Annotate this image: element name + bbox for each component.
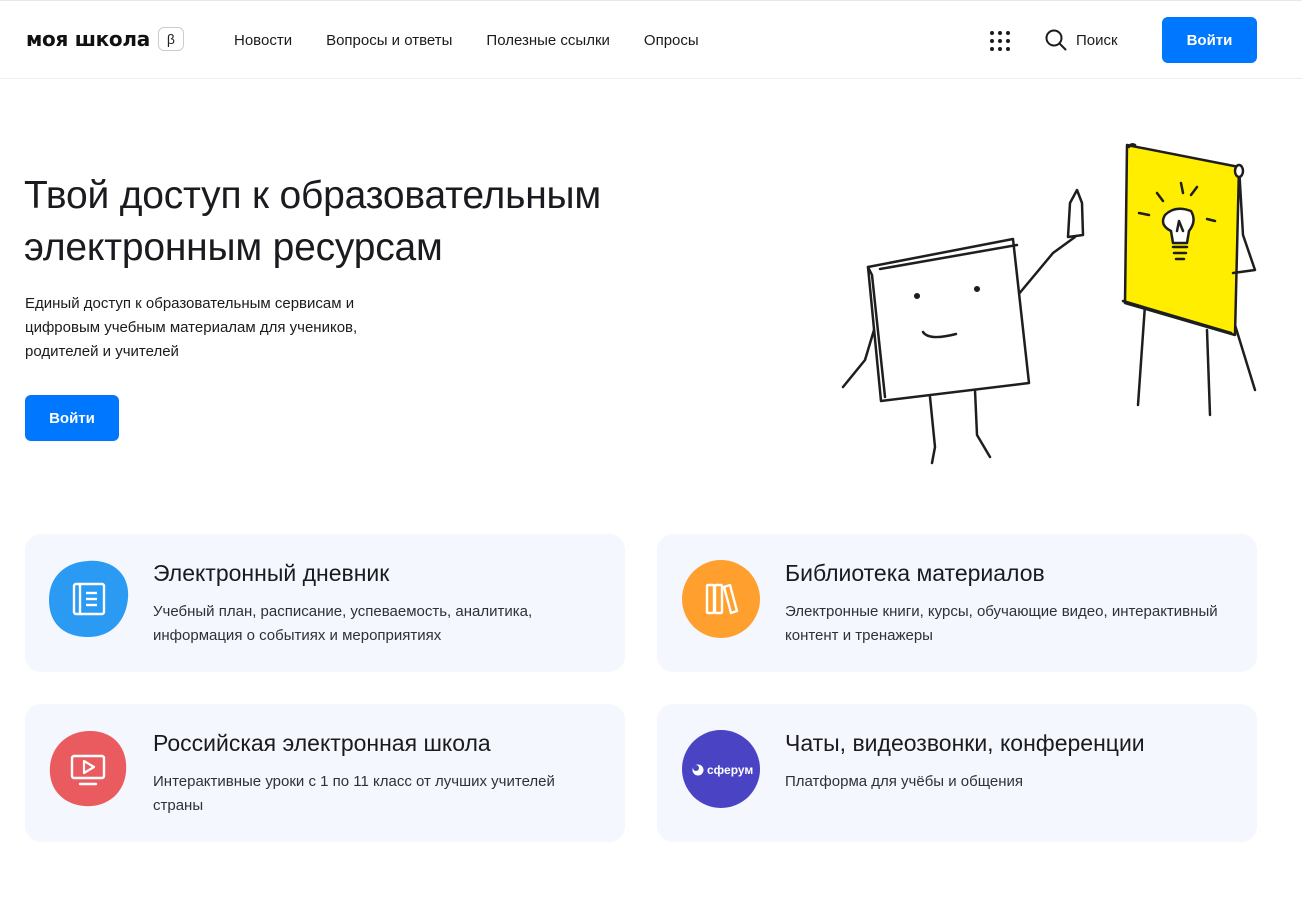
hero-title: Твой доступ к образовательным электронны…: [24, 174, 601, 269]
video-lesson-icon: [49, 730, 127, 807]
nav-faq[interactable]: Вопросы и ответы: [326, 32, 452, 49]
card-sferum[interactable]: сферум Чаты, видеозвонки, конференции Пл…: [657, 704, 1257, 842]
card-russian-e-school[interactable]: Российская электронная школа Интерактивн…: [25, 704, 625, 842]
grid-dots-icon[interactable]: [990, 31, 1010, 51]
card-materials-library[interactable]: Библиотека материалов Электронные книги,…: [657, 534, 1257, 672]
diary-icon: [49, 560, 129, 638]
logo-text: моя школа: [26, 27, 150, 51]
card-title: Чаты, видеозвонки, конференции: [785, 730, 1145, 756]
hero-illustration: [841, 143, 1257, 465]
hero-login-button[interactable]: Войти: [25, 395, 119, 441]
search-button[interactable]: Поиск: [1045, 29, 1118, 51]
card-description: Платформа для учёбы и общения: [785, 773, 1024, 790]
header-login-button[interactable]: Войти: [1162, 17, 1257, 63]
main-nav: Новости Вопросы и ответы Полезные ссылки…: [234, 32, 699, 49]
card-description: Учебный план, расписание, успеваемость, …: [153, 603, 533, 644]
nav-useful-links[interactable]: Полезные ссылки: [486, 32, 610, 49]
search-label: Поиск: [1076, 31, 1118, 49]
books-icon: [682, 560, 760, 638]
card-title: Библиотека материалов: [785, 560, 1045, 586]
site-header: моя школа β Новости Вопросы и ответы Пол…: [0, 0, 1302, 79]
nav-polls[interactable]: Опросы: [644, 32, 699, 49]
hero-subtitle: Единый доступ к образовательным сервисам…: [25, 295, 358, 360]
site-logo[interactable]: моя школа β: [26, 27, 184, 51]
sferum-logo-icon: сферум: [682, 730, 760, 808]
card-title: Российская электронная школа: [153, 730, 491, 756]
beta-badge: β: [157, 27, 184, 51]
card-description: Электронные книги, курсы, обучающие виде…: [785, 603, 1218, 644]
search-icon: [1045, 29, 1067, 51]
card-description: Интерактивные уроки с 1 по 11 класс от л…: [153, 773, 555, 814]
card-electronic-diary[interactable]: Электронный дневник Учебный план, распис…: [25, 534, 625, 672]
sferum-logo-text: сферум: [707, 763, 753, 777]
nav-news[interactable]: Новости: [234, 32, 292, 49]
card-title: Электронный дневник: [153, 560, 390, 586]
